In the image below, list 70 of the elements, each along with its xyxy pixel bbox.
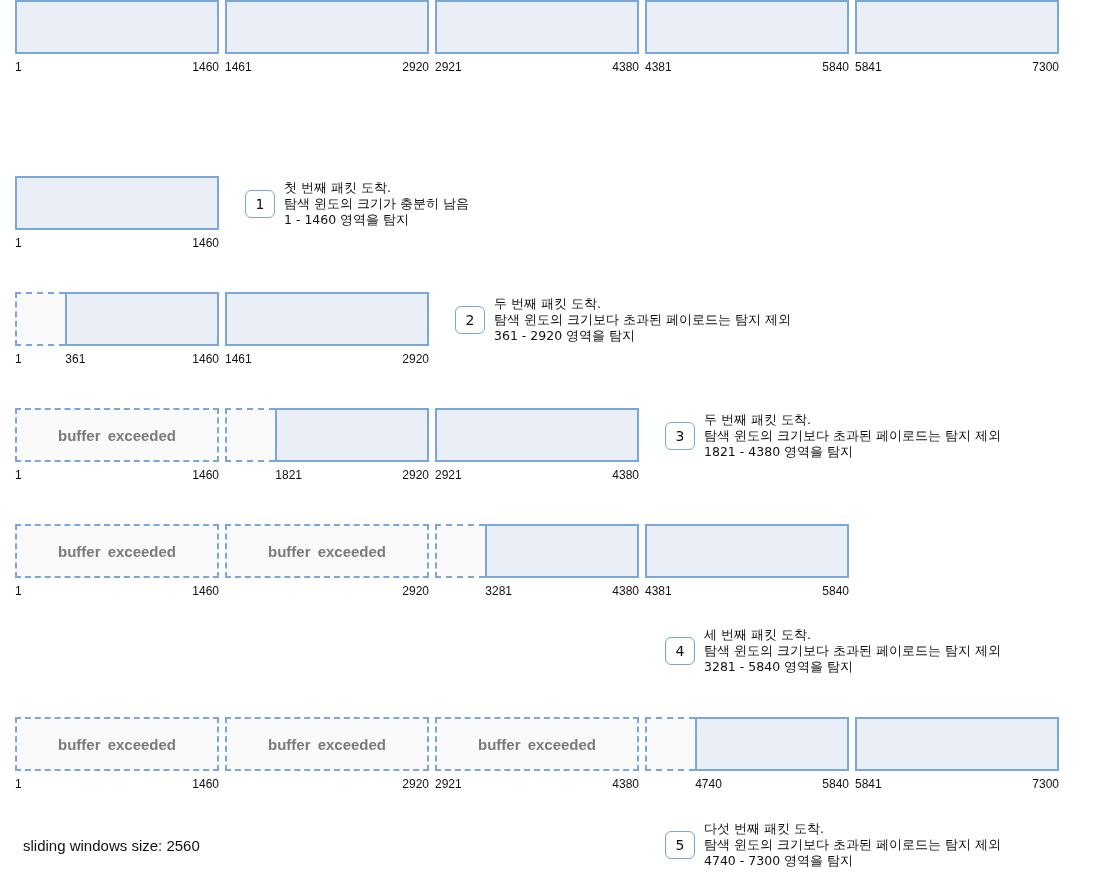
offset-label: 5840 xyxy=(822,60,849,74)
callout-line: 탐색 윈도의 크기보다 초과된 페이로드는 탐지 제외 xyxy=(704,428,1001,444)
callout-line: 탐색 윈도의 크기보다 초과된 페이로드는 탐지 제외 xyxy=(704,643,1001,659)
offset-label: 2921 xyxy=(435,777,462,791)
offset-label: 7300 xyxy=(1032,777,1059,791)
offset-label: 2920 xyxy=(402,60,429,74)
callout-line: 3281 - 5840 영역을 탐지 xyxy=(704,659,855,675)
offset-label: 1460 xyxy=(192,236,219,250)
offset-label: 1 xyxy=(15,60,22,74)
offset-label: 1 xyxy=(15,352,22,366)
offset-label: 2920 xyxy=(402,777,429,791)
segment-label: buffer exceeded xyxy=(57,735,176,753)
callout-line: 다섯 번째 패킷 도착. xyxy=(704,821,825,837)
callout-line: 1821 - 4380 영역을 탐지 xyxy=(704,444,855,460)
offset-label: 4380 xyxy=(612,468,639,482)
offset-label: 2921 xyxy=(435,60,462,74)
offset-label: 1460 xyxy=(192,777,219,791)
step-badge: 3 xyxy=(665,422,695,450)
offset-label: 7300 xyxy=(1032,60,1059,74)
callout-line: 1 - 1460 영역을 탐지 xyxy=(284,212,411,228)
offset-label: 1821 xyxy=(275,468,302,482)
excluded-part xyxy=(645,717,696,771)
callout-line: 탐색 윈도의 크기보다 초과된 페이로드는 탐지 제외 xyxy=(494,312,791,328)
callout-line: 361 - 2920 영역을 탐지 xyxy=(494,328,637,344)
offset-label: 3281 xyxy=(485,584,512,598)
offset-label: 1 xyxy=(15,777,22,791)
segment-label: buffer exceeded xyxy=(57,426,176,444)
segment-label: buffer exceeded xyxy=(57,542,176,560)
excluded-part xyxy=(225,408,276,462)
offset-label: 1460 xyxy=(192,468,219,482)
offset-label: 4381 xyxy=(645,60,672,74)
segment-label: buffer exceeded xyxy=(267,735,386,753)
offset-label: 5841 xyxy=(855,777,882,791)
offset-label: 4381 xyxy=(645,584,672,598)
offset-label: 4380 xyxy=(612,777,639,791)
offset-label: 4380 xyxy=(612,60,639,74)
callout-line: 4740 - 7300 영역을 탐지 xyxy=(704,853,855,869)
step-badge: 2 xyxy=(455,306,485,334)
offset-label: 2921 xyxy=(435,468,462,482)
offset-label: 1461 xyxy=(225,60,252,74)
offset-label: 1 xyxy=(15,468,22,482)
offset-label: 5840 xyxy=(822,584,849,598)
callout-line: 두 번째 패킷 도착. xyxy=(704,412,812,428)
callout-line: 첫 번째 패킷 도착. xyxy=(284,180,392,196)
callout-line: 탐색 윈도의 크기가 충분히 남음 xyxy=(284,196,469,212)
segment-label: buffer exceeded xyxy=(477,735,596,753)
segment-label: buffer exceeded xyxy=(267,542,386,560)
offset-label: 2920 xyxy=(402,584,429,598)
offset-label: 2920 xyxy=(402,468,429,482)
window-size-note: sliding windows size: 2560 xyxy=(22,836,200,854)
step-badge: 1 xyxy=(245,190,275,218)
offset-label: 4380 xyxy=(612,584,639,598)
excluded-part xyxy=(435,524,486,578)
offset-label: 361 xyxy=(65,352,86,366)
offset-label: 1 xyxy=(15,236,22,250)
offset-label: 4740 xyxy=(695,777,722,791)
offset-label: 2920 xyxy=(402,352,429,366)
callout-line: 세 번째 패킷 도착. xyxy=(704,627,812,643)
callout-line: 두 번째 패킷 도착. xyxy=(494,296,602,312)
excluded-part xyxy=(15,292,66,346)
offset-label: 1461 xyxy=(225,352,252,366)
step-badge: 5 xyxy=(665,831,695,859)
offset-label: 1460 xyxy=(192,352,219,366)
offset-label: 5841 xyxy=(855,60,882,74)
offset-label: 1 xyxy=(15,584,22,598)
offset-label: 1460 xyxy=(192,584,219,598)
callout-line: 탐색 윈도의 크기보다 초과된 페이로드는 탐지 제외 xyxy=(704,837,1001,853)
offset-label: 5840 xyxy=(822,777,849,791)
offset-label: 1460 xyxy=(192,60,219,74)
step-badge: 4 xyxy=(665,637,695,665)
